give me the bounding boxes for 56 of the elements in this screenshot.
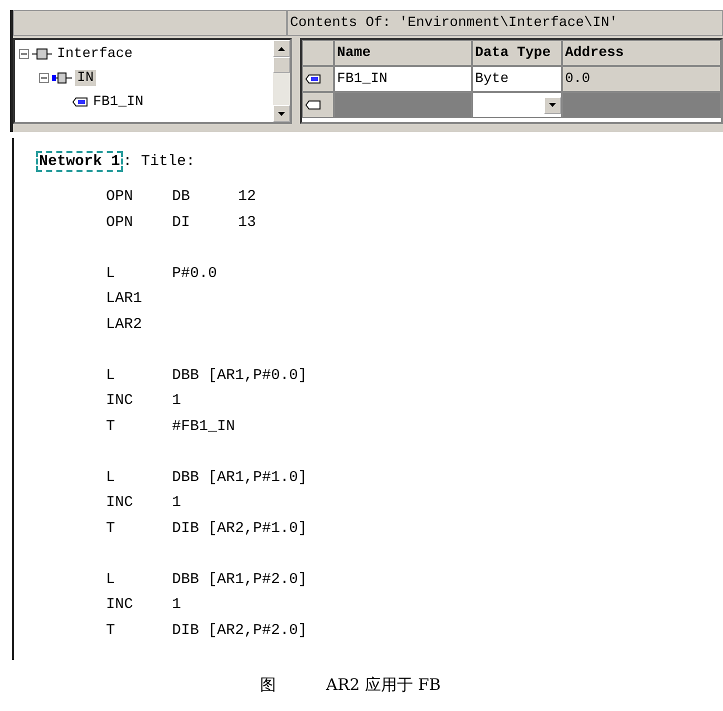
operand: P#0.0 <box>172 264 218 282</box>
collapse-icon[interactable] <box>19 49 29 59</box>
dropdown-arrow-icon[interactable] <box>549 103 556 107</box>
operand: DBB [AR1,P#2.0] <box>172 570 308 588</box>
operand: 1 <box>172 494 182 512</box>
tag-icon <box>305 73 321 85</box>
tag-icon <box>305 99 321 111</box>
scroll-thumb[interactable] <box>273 57 290 73</box>
instruction: INC <box>106 494 134 512</box>
table-cell[interactable] <box>334 92 472 118</box>
operand: #FB1_IN <box>172 418 236 435</box>
operand: DB <box>172 188 192 206</box>
operand-value: 13 <box>238 214 258 231</box>
collapse-icon[interactable] <box>39 73 49 83</box>
network-label[interactable]: Network 1 <box>36 150 124 172</box>
column-header[interactable]: Data Type <box>472 40 562 66</box>
column-header[interactable]: Name <box>334 40 472 66</box>
instruction: OPN <box>106 188 134 206</box>
instruction: INC <box>106 596 134 614</box>
table-cell[interactable] <box>562 92 721 118</box>
tree-item[interactable]: Interface <box>55 46 135 62</box>
tree-item[interactable]: FB1_IN <box>91 94 146 110</box>
instruction: L <box>106 264 116 282</box>
operand: DBB [AR1,P#1.0] <box>172 468 308 486</box>
scrollbar[interactable] <box>273 40 290 122</box>
instruction: LAR2 <box>106 316 144 333</box>
tag-icon <box>72 96 88 108</box>
column-header[interactable]: Address <box>562 40 721 66</box>
module-icon <box>32 46 52 62</box>
instruction: T <box>106 520 116 537</box>
instruction: OPN <box>106 214 134 231</box>
instruction: L <box>106 468 116 486</box>
operand: DI <box>172 214 192 231</box>
table-cell: FB1_IN <box>334 66 472 92</box>
instruction: L <box>106 570 116 588</box>
network-title: : Title: <box>123 152 196 170</box>
instruction: L <box>106 366 116 384</box>
figure-label: 图 <box>260 675 276 696</box>
figure-caption: AR2 应用于 FB <box>326 675 441 696</box>
instruction: INC <box>106 392 134 410</box>
port-icon <box>52 71 72 85</box>
scroll-down-icon[interactable] <box>278 112 285 116</box>
table-cell: Byte <box>472 66 562 92</box>
table-cell: 0.0 <box>562 66 721 92</box>
instruction: T <box>106 622 116 639</box>
tree-item[interactable]: IN <box>75 70 96 86</box>
operand: 1 <box>172 392 182 410</box>
instruction: T <box>106 418 116 435</box>
scroll-up-icon[interactable] <box>278 46 285 50</box>
operand: DIB [AR2,P#2.0] <box>172 622 308 639</box>
operand: DIB [AR2,P#1.0] <box>172 520 308 537</box>
operand: 1 <box>172 596 182 614</box>
contents-header: Contents Of: 'Environment\Interface\IN' <box>287 10 723 36</box>
operand-value: 12 <box>238 188 258 206</box>
operand: DBB [AR1,P#0.0] <box>172 366 308 384</box>
instruction: LAR1 <box>106 290 144 308</box>
